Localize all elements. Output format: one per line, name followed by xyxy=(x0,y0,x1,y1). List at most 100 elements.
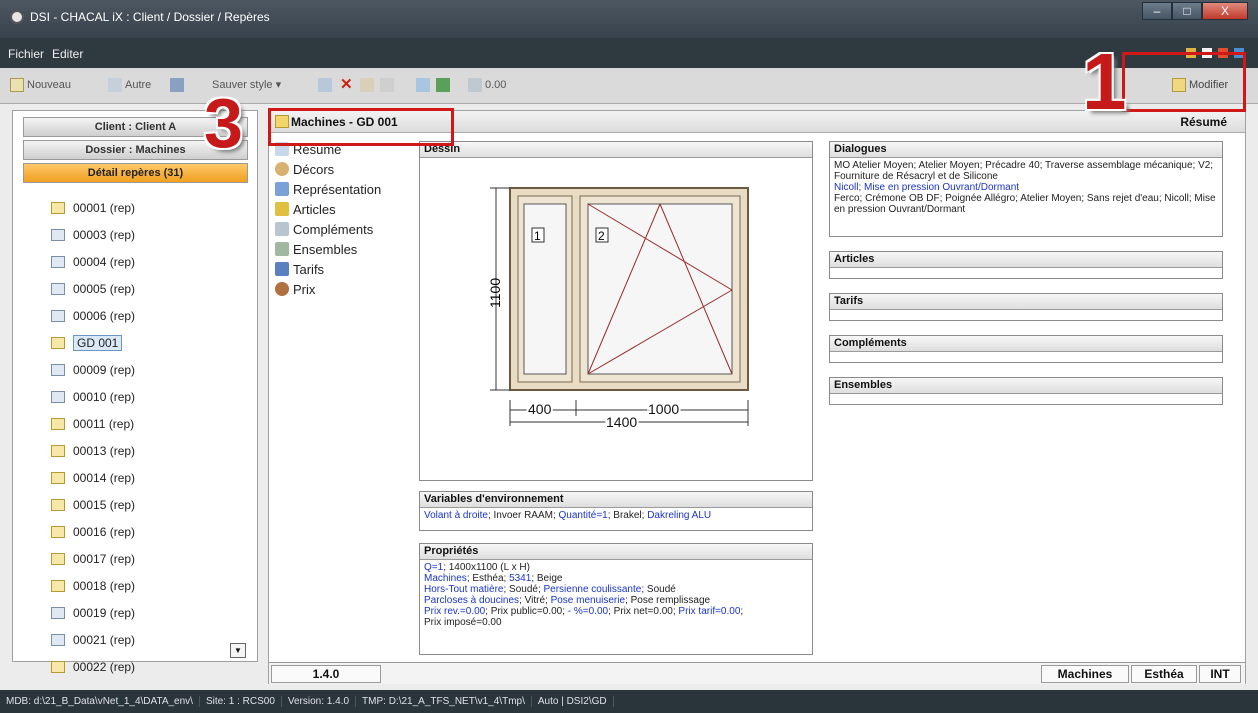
property-text: Volant à droite xyxy=(424,510,488,521)
list-item-label: 00001 (rep) xyxy=(73,201,136,215)
window-title: DSI - CHACAL iX : Client / Dossier / Rep… xyxy=(30,10,270,24)
list-item[interactable]: GD 001 xyxy=(51,334,123,352)
other-icon xyxy=(108,78,122,92)
dialogues-box: Dialogues MO Atelier Moyen; Atelier Moye… xyxy=(829,141,1223,237)
list-item[interactable]: 00022 (rep) xyxy=(51,658,135,676)
autre-button[interactable]: Autre xyxy=(108,78,151,92)
property-text: ; Beige xyxy=(531,573,563,584)
list-item[interactable]: 00013 (rep) xyxy=(51,442,135,460)
nav-item-ensembles[interactable]: Ensembles xyxy=(275,239,415,259)
menu-fichier[interactable]: Fichier xyxy=(8,47,44,61)
delete-x-icon: ✕ xyxy=(340,76,353,93)
copy-button[interactable] xyxy=(318,78,332,92)
nav-item-articles[interactable]: Articles xyxy=(275,199,415,219)
list-item-label: 00004 (rep) xyxy=(73,255,136,269)
save-button[interactable] xyxy=(170,78,184,92)
close-button[interactable]: X xyxy=(1202,2,1248,20)
title-bar: DSI - CHACAL iX : Client / Dossier / Rep… xyxy=(0,0,1258,38)
list-item-label: 00021 (rep) xyxy=(73,633,136,647)
variables-content: Volant à droite; Invoer RAAM; Quantité=1… xyxy=(420,508,812,523)
yellow-doc-icon xyxy=(51,526,65,538)
property-line: Parcloses à doucines; Vitré; Pose menuis… xyxy=(424,595,808,606)
list-item[interactable]: 00016 (rep) xyxy=(51,523,135,541)
width-1000: 1000 xyxy=(648,401,679,417)
proprietes-box: Propriétés Q=1; 1400x1100 (L x H) Machine… xyxy=(419,543,813,655)
property-text: Persienne coulissante xyxy=(543,584,642,595)
yellow-doc-icon xyxy=(51,499,65,511)
yellow-doc-icon xyxy=(51,445,65,457)
list-item-label: 00015 (rep) xyxy=(73,498,136,512)
list-item[interactable]: 00004 (rep) xyxy=(51,253,135,271)
list-item-label: 00006 (rep) xyxy=(73,309,136,323)
list-item-label: GD 001 xyxy=(73,335,123,351)
list-item[interactable]: 00005 (rep) xyxy=(51,280,135,298)
minimize-button[interactable]: – xyxy=(1142,2,1172,20)
annotation-number-3: 3 xyxy=(204,84,243,162)
tab-int[interactable]: INT xyxy=(1199,665,1241,683)
dialogues-title: Dialogues xyxy=(830,142,1222,158)
list-item[interactable]: 00018 (rep) xyxy=(51,577,135,595)
articles-box: Articles xyxy=(829,251,1223,279)
list-item-label: 00016 (rep) xyxy=(73,525,136,539)
delete-button[interactable]: ✕ xyxy=(340,76,354,93)
nav-item-label: Articles xyxy=(293,201,336,217)
tarifs-box: Tarifs xyxy=(829,293,1223,321)
blue-doc-icon xyxy=(51,607,65,619)
app-icon xyxy=(10,10,24,24)
nouveau-button[interactable]: Nouveau xyxy=(10,78,71,92)
excel-button[interactable] xyxy=(436,78,450,92)
calculator-icon xyxy=(416,78,430,92)
menu-editer[interactable]: Editer xyxy=(52,47,83,61)
list-item[interactable]: 00014 (rep) xyxy=(51,469,135,487)
nav-item-decors[interactable]: Décors xyxy=(275,159,415,179)
annotation-box-1 xyxy=(1122,52,1246,112)
pane-1-label: 1 xyxy=(534,229,541,243)
status-bar: MDB: d:\21_B_Data\vNet_1_4\DATA_env\ Site… xyxy=(0,690,1258,713)
edit-button[interactable] xyxy=(360,78,374,92)
property-line: Hors-Tout matière; Soudé; Persienne coul… xyxy=(424,584,808,595)
nav-item-complements[interactable]: Compléments xyxy=(275,219,415,239)
bottom-bar: 1.4.0 Machines Esthéa INT xyxy=(269,662,1245,684)
annotation-box-3 xyxy=(268,108,454,146)
list-item[interactable]: 00017 (rep) xyxy=(51,550,135,568)
list-item[interactable]: 00001 (rep) xyxy=(51,199,135,217)
list-item[interactable]: 00006 (rep) xyxy=(51,307,135,325)
list-item[interactable]: 00010 (rep) xyxy=(51,388,135,406)
nav-item-tarifs[interactable]: Tarifs xyxy=(275,259,415,279)
tab-machines[interactable]: Machines xyxy=(1041,665,1129,683)
nav-item-label: Prix xyxy=(293,281,316,297)
calc-button[interactable] xyxy=(416,78,430,92)
list-item[interactable]: 00011 (rep) xyxy=(51,415,134,433)
value-field[interactable]: 0.00 xyxy=(468,78,506,92)
list-item[interactable]: 00015 (rep) xyxy=(51,496,135,514)
list-item[interactable]: 00003 (rep) xyxy=(51,226,135,244)
yellow-doc-icon xyxy=(51,202,65,214)
property-text: ; Prix public=0.00; xyxy=(485,606,568,617)
list-item[interactable]: 00021 (rep) xyxy=(51,631,135,649)
tab-esthea[interactable]: Esthéa xyxy=(1131,665,1197,683)
nav-item-label: Représentation xyxy=(293,181,382,197)
property-text: Prix tarif=0.00 xyxy=(678,606,741,617)
nav-item-representation[interactable]: Représentation xyxy=(275,179,415,199)
pencil-icon xyxy=(360,78,374,92)
list-item-label: 00010 (rep) xyxy=(73,390,136,404)
list-dropdown-button[interactable]: ▼ xyxy=(230,643,246,658)
detail-reperes-button[interactable]: Détail repères (31) xyxy=(23,163,248,183)
property-text: ; Brakel; xyxy=(607,510,648,521)
nav-item-label: Tarifs xyxy=(293,261,325,277)
list-item[interactable]: 00019 (rep) xyxy=(51,604,135,622)
nav-item-prix[interactable]: Prix xyxy=(275,279,415,299)
property-text: ; xyxy=(740,606,744,617)
maximize-button[interactable]: □ xyxy=(1172,2,1202,20)
undo-button[interactable] xyxy=(380,78,394,92)
property-text: ; Invoer RAAM; xyxy=(487,510,559,521)
table-icon xyxy=(275,262,289,276)
property-text: Prix imposé=0.00 xyxy=(424,617,502,628)
list-item-label: 00013 (rep) xyxy=(73,444,136,458)
list-item[interactable]: 00009 (rep) xyxy=(51,361,135,379)
property-line: Prix rev.=0.00; Prix public=0.00; - %=0.… xyxy=(424,606,808,617)
detail-nav: Résumé Décors Représentation Articles Co… xyxy=(275,139,415,299)
tree-icon xyxy=(275,242,289,256)
property-text: ; Vitré; xyxy=(519,595,551,606)
menu-bar: Fichier Editer xyxy=(0,38,1258,68)
